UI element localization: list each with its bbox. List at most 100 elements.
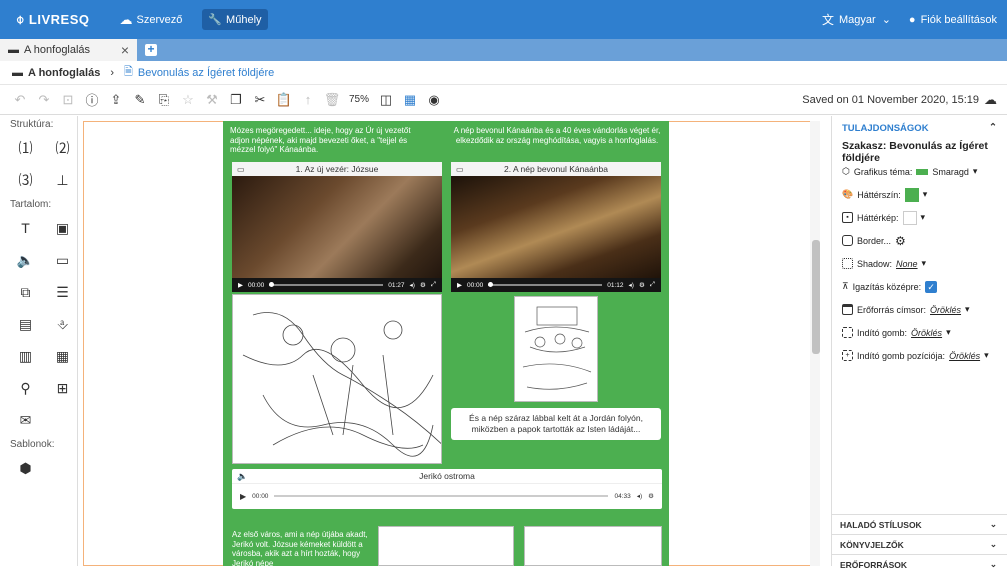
bg-color-swatch[interactable]	[904, 187, 919, 202]
jericho-text[interactable]: Az első város, ami a nép útjába akadt, J…	[232, 530, 368, 568]
intro-text-left[interactable]: Mózes megöregedett... ideje, hogy az Úr …	[230, 126, 430, 155]
breadcrumb-current[interactable]: Bevonulás az Ígéret földjére	[138, 67, 274, 79]
volume-icon[interactable]: ◂)	[637, 492, 642, 500]
sketch-image-jericho-1[interactable]	[378, 526, 514, 566]
wrench-icon[interactable]: ⚒	[200, 88, 224, 112]
image-icon[interactable]: ▣	[44, 212, 81, 244]
bg-image-property[interactable]: ▪ Háttérkép: ▾	[832, 206, 1007, 229]
play-icon[interactable]: ▶	[238, 281, 243, 289]
gear-icon[interactable]: ⚙	[895, 234, 906, 248]
align-checkbox[interactable]: ✓	[925, 280, 938, 293]
livresq-logo[interactable]: ⌽ LIVRESQ	[16, 11, 89, 28]
undo-icon[interactable]: ↶	[8, 88, 32, 112]
chevron-up-icon[interactable]: ⌃	[989, 122, 997, 133]
list-icon[interactable]: ☰	[44, 276, 81, 308]
add-tab-button[interactable]: +	[145, 43, 157, 56]
video-icon[interactable]: ▭	[44, 244, 81, 276]
video-1-seekbar[interactable]	[269, 282, 384, 287]
paste-icon[interactable]: 📋	[272, 88, 296, 112]
audio-controls[interactable]: ▶ 00:00 04:33 ◂) ⚙	[232, 484, 662, 508]
cut-icon[interactable]: ✂	[248, 88, 272, 112]
fullscreen-icon[interactable]: ⤢	[431, 281, 436, 289]
settings-icon[interactable]: ⚙	[648, 492, 654, 500]
copy-icon[interactable]: ❐	[224, 88, 248, 112]
video-1-controls[interactable]: ▶ 00:00 01:27 ◂) ⚙ ⤢	[232, 278, 442, 292]
cloud-saved-icon: ☁	[984, 91, 997, 107]
resource-title-property[interactable]: Erőforrás címsor: Öröklés ▾	[832, 298, 1007, 321]
accordion-advanced-styles[interactable]: HALADÓ STÍLUSOK ⌄	[831, 514, 1007, 534]
three-column-icon[interactable]: ⑶	[7, 164, 44, 196]
gallery-icon[interactable]: ⧉	[7, 276, 44, 308]
settings-icon[interactable]: ⚙	[420, 281, 426, 289]
comment-icon[interactable]: ✉	[7, 404, 44, 436]
scrollbar-thumb[interactable]	[812, 240, 820, 354]
volume-icon[interactable]: ◂)	[629, 281, 634, 289]
zoom-level[interactable]: 75%	[344, 88, 374, 112]
start-position-property[interactable]: + Indító gomb pozíciója: Öröklés ▾	[832, 344, 1007, 367]
move-up-icon[interactable]: ↑	[296, 88, 320, 112]
star-icon[interactable]: ☆	[176, 88, 200, 112]
attachment-icon[interactable]: ⎀	[44, 308, 81, 340]
start-position-icon: +	[842, 350, 853, 361]
close-icon[interactable]: ×	[121, 42, 129, 58]
align-center-property[interactable]: ⊼ Igazítás középre: ✓	[832, 275, 1007, 298]
document-icon[interactable]: ▥	[7, 340, 44, 372]
fullscreen-icon[interactable]: ⤢	[650, 281, 655, 289]
template-icon[interactable]: ⎘	[152, 88, 176, 112]
play-icon[interactable]: ▶	[240, 492, 246, 501]
edit-icon[interactable]: ✎	[128, 88, 152, 112]
video-player-2[interactable]: ▶ 00:00 01:12 ◂) ⚙ ⤢	[451, 176, 661, 292]
chevron-down-icon: ▾	[922, 189, 928, 199]
two-column-icon[interactable]: ⑵	[44, 132, 81, 164]
language-selector[interactable]: 文 Magyar ⌄	[822, 11, 891, 28]
video-2-controls[interactable]: ▶ 00:00 01:12 ◂) ⚙ ⤢	[451, 278, 661, 292]
audio-icon[interactable]: 🔈	[7, 244, 44, 276]
grid-icon[interactable]: ▦	[398, 88, 422, 112]
frame-icon[interactable]: ⊡	[56, 88, 80, 112]
start-button-property[interactable]: Indító gomb: Öröklés ▾	[832, 321, 1007, 344]
accordion-resources[interactable]: ERŐFORRÁSOK ⌄	[831, 554, 1007, 574]
location-icon[interactable]: ⚲	[7, 372, 44, 404]
bg-image-swatch[interactable]	[902, 210, 917, 225]
cube-icon[interactable]: ⬢	[7, 452, 44, 484]
spacer-icon[interactable]: ⊥	[44, 164, 81, 196]
redo-icon[interactable]: ↷	[32, 88, 56, 112]
play-icon[interactable]: ▶	[457, 281, 462, 289]
account-settings[interactable]: ● Fiók beállítások	[909, 14, 997, 26]
intro-text-right[interactable]: A nép bevonul Kánaánba és a 40 éves vánd…	[452, 126, 662, 145]
video-2-seekbar[interactable]	[488, 282, 603, 287]
settings-icon[interactable]: ⚙	[639, 281, 645, 289]
book-icon: ▬	[12, 66, 23, 79]
accordion-bookmarks[interactable]: KÖNYVJELZŐK ⌄	[831, 534, 1007, 554]
barrier-icon[interactable]: ⊞	[44, 372, 81, 404]
shadow-property[interactable]: Shadow: None ▾	[832, 252, 1007, 275]
bg-color-property[interactable]: 🎨 Háttérszín: ▾	[832, 183, 1007, 206]
calculator-icon[interactable]: ▤	[7, 308, 44, 340]
info-icon[interactable]: ⓘ	[80, 88, 104, 112]
tab-honfoglalas[interactable]: ▬ A honfoglalás ×	[0, 39, 137, 61]
workshop-button[interactable]: 🔧 Műhely	[202, 9, 268, 30]
organizer-button[interactable]: ☁ Szervező	[113, 8, 188, 32]
sketch-image-joshua[interactable]	[232, 294, 442, 464]
layout-icon[interactable]: ◫	[374, 88, 398, 112]
cloud-upload-icon[interactable]: ⇪	[104, 88, 128, 112]
delete-icon[interactable]: 🗑	[320, 88, 344, 112]
preview-icon[interactable]: ◉	[422, 88, 446, 112]
volume-icon[interactable]: ◂)	[410, 281, 415, 289]
properties-title[interactable]: TULAJDONSÁGOK ⌃	[832, 116, 1007, 136]
content-heading: Tartalom:	[10, 199, 52, 210]
film-icon[interactable]: ▦	[44, 340, 81, 372]
audio-player[interactable]: 🔈 Jerikó ostroma ▶ 00:00 04:33 ◂) ⚙	[232, 469, 662, 509]
title-bar-icon	[842, 304, 853, 315]
audio-seekbar[interactable]	[274, 495, 609, 497]
ark-caption[interactable]: És a nép száraz lábbal kelt át a Jordán …	[451, 408, 661, 440]
video-player-1[interactable]: ▶ 00:00 01:27 ◂) ⚙ ⤢	[232, 176, 442, 292]
breadcrumb-root[interactable]: A honfoglalás	[28, 67, 100, 79]
sketch-image-jericho-2[interactable]	[524, 526, 662, 566]
sketch-image-ark[interactable]	[514, 296, 598, 402]
sketch-drawing	[242, 312, 441, 457]
video-1-header: ▭ 1. Az új vezér: Józsue	[232, 162, 442, 176]
text-icon[interactable]: T	[7, 212, 44, 244]
border-property[interactable]: Border... ⚙	[832, 229, 1007, 252]
one-column-icon[interactable]: ⑴	[7, 132, 44, 164]
